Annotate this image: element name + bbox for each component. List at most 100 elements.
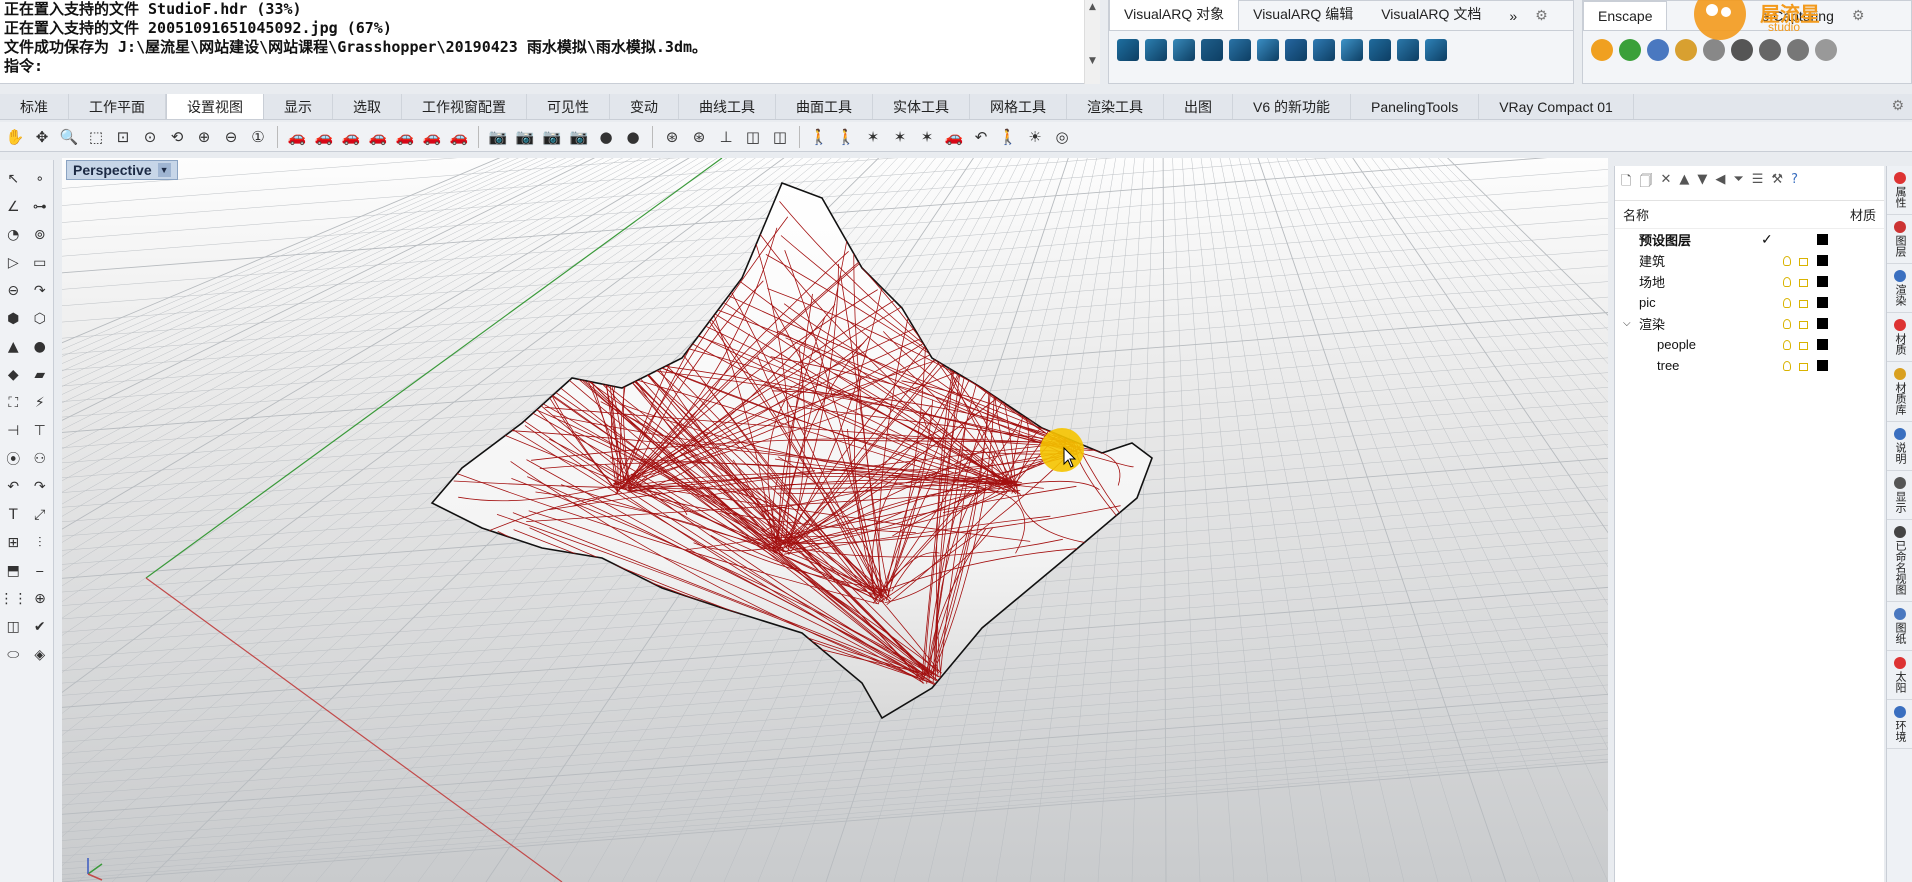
layer-row[interactable]: 场地 [1615, 271, 1884, 292]
visualarq-tool-icon[interactable] [1201, 39, 1223, 61]
tab-main[interactable]: 曲线工具 [679, 94, 776, 119]
undo-icon[interactable]: ↶ [970, 126, 992, 148]
visibility-bulb-icon[interactable] [1783, 276, 1791, 287]
car-icon[interactable]: 🚗 [943, 126, 965, 148]
target-icon[interactable]: ⊛ [661, 126, 683, 148]
tab-main[interactable]: V6 的新功能 [1233, 94, 1352, 119]
layer-color-swatch[interactable] [1817, 360, 1828, 371]
modeling-tool-icon[interactable]: ↶ [3, 476, 24, 498]
modeling-tool-icon[interactable]: ◆ [3, 364, 24, 386]
modeling-tool-icon[interactable]: ⚡ [30, 392, 51, 414]
modeling-tool-icon[interactable]: ● [30, 336, 51, 358]
layer-row[interactable]: people [1615, 334, 1884, 355]
pan-icon[interactable]: ✋ [4, 126, 26, 148]
modeling-tool-icon[interactable]: T [3, 504, 24, 526]
sphere-icon[interactable]: ● [595, 126, 617, 148]
lock-icon[interactable] [1799, 300, 1808, 308]
modeling-tool-icon[interactable]: ↖ [3, 168, 24, 190]
axis-icon[interactable]: ⊥ [715, 126, 737, 148]
modeling-tool-icon[interactable]: ⊕ [30, 588, 50, 610]
enscape-tool-icon[interactable] [1647, 39, 1669, 61]
walk-icon[interactable]: 🚶 [835, 126, 857, 148]
zoom-extents-icon[interactable]: ⊡ [112, 126, 134, 148]
layer-row[interactable]: 建筑 [1615, 250, 1884, 271]
layer-color-swatch[interactable] [1817, 234, 1828, 245]
modeling-tool-icon[interactable]: ▷ [3, 252, 24, 274]
modeling-tool-icon[interactable]: ⚇ [30, 448, 51, 470]
car-icon[interactable]: 🚗 [340, 126, 362, 148]
layer-row[interactable]: 预设图层 ✓ [1615, 229, 1884, 250]
lock-icon[interactable] [1799, 363, 1808, 371]
side-tab[interactable]: 属性 [1887, 166, 1912, 215]
tab-main[interactable]: 选取 [333, 94, 402, 119]
layer-color-swatch[interactable] [1817, 255, 1828, 266]
side-tab[interactable]: 说明 [1887, 422, 1912, 471]
tab-visualarq-edit[interactable]: VisualARQ 编辑 [1239, 0, 1367, 30]
car-icon[interactable]: 🚗 [313, 126, 335, 148]
tab-visualarq-doc[interactable]: VisualARQ 文档 [1367, 0, 1495, 30]
modeling-tool-icon[interactable]: ⊶ [30, 196, 51, 218]
visualarq-tool-icon[interactable] [1117, 39, 1139, 61]
modeling-tool-icon[interactable]: ⊣ [3, 420, 24, 442]
tab-main[interactable]: 工作视窗配置 [402, 94, 527, 119]
layer-color-swatch[interactable] [1817, 297, 1828, 308]
modeling-tool-icon[interactable]: ⛶ [3, 392, 24, 414]
modeling-tool-icon[interactable]: ⋮⋮ [0, 588, 28, 610]
enscape-tool-icon[interactable] [1619, 39, 1641, 61]
enscape-tool-icon[interactable] [1591, 39, 1613, 61]
gear-icon[interactable]: ⚙ [1891, 98, 1904, 114]
layer-color-swatch[interactable] [1817, 318, 1828, 329]
modeling-tool-icon[interactable]: ✔ [30, 616, 51, 638]
perspective-viewport[interactable]: Perspective ▼ [62, 158, 1608, 882]
modeling-tool-icon[interactable]: ◫ [3, 616, 24, 638]
modeling-tool-icon[interactable]: ⬭ [3, 644, 24, 666]
visibility-bulb-icon[interactable] [1783, 360, 1791, 371]
new-layer-icon[interactable]: 🗋 [1621, 172, 1631, 194]
visualarq-tool-icon[interactable] [1341, 39, 1363, 61]
visualarq-tool-icon[interactable] [1285, 39, 1307, 61]
car-icon[interactable]: 🚗 [421, 126, 443, 148]
tab-enscape[interactable]: Enscape [1583, 1, 1668, 30]
tab-main[interactable]: VRay Compact 01 [1479, 94, 1634, 119]
modeling-tool-icon[interactable]: ↷ [30, 280, 51, 302]
modeling-tool-icon[interactable]: ⫶ [30, 532, 51, 554]
side-tab[interactable]: 图层 [1887, 215, 1912, 264]
tab-visualarq-objects[interactable]: VisualARQ 对象 [1109, 0, 1240, 30]
tools-icon[interactable]: ⚒ [1771, 172, 1783, 194]
tab-main[interactable]: 标准 [0, 94, 69, 119]
side-tab[interactable]: 渲染 [1887, 264, 1912, 313]
tab-main[interactable]: 变动 [610, 94, 679, 119]
zoom-selected-icon[interactable]: ⊙ [139, 126, 161, 148]
camera-icon[interactable]: 📷 [487, 126, 509, 148]
camera-icon[interactable]: 📷 [514, 126, 536, 148]
layer-color-swatch[interactable] [1817, 339, 1828, 350]
modeling-tool-icon[interactable]: ⬒ [3, 560, 24, 582]
modeling-tool-icon[interactable]: ◈ [30, 644, 51, 666]
modeling-tool-icon[interactable]: ∘ [30, 168, 51, 190]
tab-main[interactable]: 显示 [264, 94, 333, 119]
visibility-bulb-icon[interactable] [1783, 255, 1791, 266]
chevron-down-icon[interactable]: ▼ [157, 163, 171, 177]
modeling-tool-icon[interactable]: ⊖ [3, 280, 24, 302]
sun-icon[interactable]: ☀ [1024, 126, 1046, 148]
tab-main[interactable]: 曲面工具 [776, 94, 873, 119]
side-tab[interactable]: 图纸 [1887, 602, 1912, 651]
modeling-tool-icon[interactable]: ⊞ [3, 532, 24, 554]
delete-icon[interactable]: ✕ [1660, 172, 1671, 194]
modeling-tool-icon[interactable]: ⤢ [30, 504, 51, 526]
visualarq-tool-icon[interactable] [1257, 39, 1279, 61]
move-parent-icon[interactable]: ◀ [1715, 172, 1725, 194]
current-layer-check-icon[interactable]: ✓ [1761, 231, 1773, 248]
camera-icon[interactable]: 📷 [568, 126, 590, 148]
filter-icon[interactable]: ⏷ [1733, 172, 1743, 194]
layer-row[interactable]: pic [1615, 292, 1884, 313]
camera-icon[interactable]: 📷 [541, 126, 563, 148]
visualarq-tool-icon[interactable] [1173, 39, 1195, 61]
modeling-tool-icon[interactable]: ⊤ [30, 420, 51, 442]
visibility-bulb-icon[interactable] [1783, 318, 1791, 329]
car-icon[interactable]: 🚗 [394, 126, 416, 148]
side-tab[interactable]: 环境 [1887, 700, 1912, 749]
modeling-tool-icon[interactable]: ⊚ [30, 224, 51, 246]
star-icon[interactable]: ✶ [862, 126, 884, 148]
lock-icon[interactable] [1799, 258, 1808, 266]
